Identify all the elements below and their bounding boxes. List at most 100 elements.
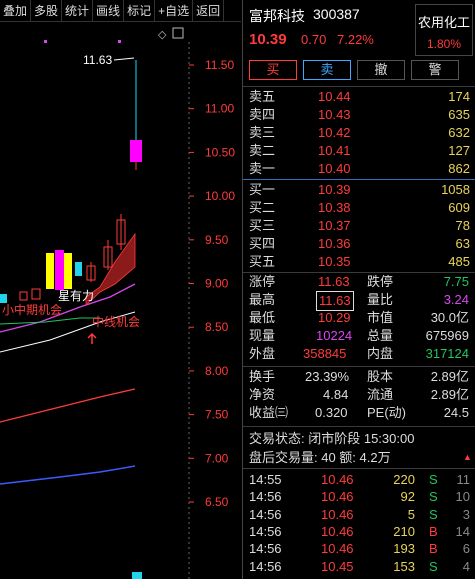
bid-row[interactable]: 买五 10.35 485: [243, 253, 475, 271]
sector-name: 农用化工: [417, 15, 470, 30]
market-value-value: 30.0亿: [430, 310, 469, 325]
stat-key: 流通: [367, 387, 394, 402]
ask-volume: 127: [448, 143, 470, 158]
price-axis-label: 10.00: [205, 189, 235, 203]
total-volume-stat: 总量: [367, 327, 393, 345]
cancel-order-button[interactable]: 撤: [357, 60, 405, 80]
bid-volume: 1058: [441, 182, 470, 197]
ask-price: 10.40: [318, 161, 351, 176]
current-volume-stat: 现量: [249, 327, 275, 345]
bid-volume: 78: [455, 218, 470, 233]
ask-label: 卖三: [249, 125, 276, 140]
tick-price: 10.46: [321, 523, 354, 539]
bid-row[interactable]: 买三 10.37 78: [243, 217, 475, 235]
tick-direction: B: [429, 523, 438, 539]
overlay-button[interactable]: 叠加: [0, 0, 32, 22]
tick-count: 4: [462, 558, 470, 574]
equity-stat: 股本: [367, 368, 393, 386]
sector-box[interactable]: 农用化工 1.80%: [415, 4, 473, 56]
ask-volume: 862: [448, 161, 470, 176]
divider: [243, 272, 475, 273]
up-arrow-icon[interactable]: ▲: [463, 452, 473, 462]
bid-label: 买一: [249, 182, 276, 197]
tick-volume: 210: [393, 523, 415, 539]
bid-label: 买三: [249, 218, 276, 233]
divider: [243, 468, 475, 469]
ask-row[interactable]: 卖一 10.40 862: [243, 160, 475, 178]
marker-dot: [118, 40, 121, 43]
ask-row[interactable]: 卖四 10.43 635: [243, 106, 475, 124]
statistics-button[interactable]: 统计: [62, 0, 94, 22]
last-price: 10.39: [249, 31, 287, 48]
tick-row[interactable]: 14:56 10.45 153 S 4: [243, 558, 475, 575]
bid-price: 10.39: [318, 182, 351, 197]
bid-row[interactable]: 买四 10.36 63: [243, 235, 475, 253]
limit-up-stat: 涨停: [249, 273, 275, 291]
buy-button[interactable]: 买: [249, 60, 297, 80]
ask-row[interactable]: 卖三 10.42 632: [243, 124, 475, 142]
turnover-stat: 换手: [249, 368, 275, 386]
tick-time: 14:56: [249, 506, 282, 522]
ask-row[interactable]: 卖五 10.44 174: [243, 88, 475, 106]
eps-value: 0.320: [315, 405, 348, 420]
price-axis-label: 11.00: [205, 102, 234, 116]
divider: [243, 426, 475, 427]
draw-line-button[interactable]: 画线: [93, 0, 125, 22]
mark-button[interactable]: 标记: [124, 0, 156, 22]
tick-volume: 5: [407, 506, 415, 522]
bid-row[interactable]: 买二 10.38 609: [243, 199, 475, 217]
tick-direction: S: [429, 472, 438, 487]
add-watchlist-button[interactable]: +自选: [155, 0, 194, 22]
back-button[interactable]: 返回: [193, 0, 225, 22]
trade-buttons: 买 卖 撤 警: [249, 60, 465, 82]
outer-volume-value: 358845: [303, 346, 347, 361]
stat-key: 量比: [367, 292, 394, 307]
bid-price: 10.38: [318, 200, 351, 215]
pe-value: 24.5: [443, 405, 469, 420]
multi-stock-button[interactable]: 多股: [31, 0, 63, 22]
tick-row[interactable]: 14:55 10.46 220 S 11: [243, 471, 475, 488]
stat-key: 收益㈢: [249, 405, 289, 420]
ask-price: 10.44: [318, 89, 351, 104]
ask-row[interactable]: 卖二 10.41 127: [243, 142, 475, 160]
divider: [243, 366, 475, 367]
equity-value: 2.89亿: [430, 369, 469, 384]
bid-label: 买四: [249, 236, 276, 251]
pe-stat: PE(动): [367, 404, 406, 422]
nav-stat: 净资: [249, 386, 275, 404]
ask-price: 10.42: [318, 125, 351, 140]
window-box-icon[interactable]: [172, 27, 184, 39]
bid-row[interactable]: 买一 10.39 1058: [243, 181, 475, 199]
tick-row[interactable]: 14:56 10.46 210 B 14: [243, 523, 475, 540]
annotation-mid-term: 中线机会: [92, 314, 140, 329]
inner-volume-stat: 内盘: [367, 345, 393, 363]
tick-row[interactable]: 14:56 10.46 5 S 3: [243, 506, 475, 523]
tick-row[interactable]: 14:56 10.46 193 B 6: [243, 540, 475, 557]
tick-time: 14:56: [249, 541, 282, 557]
turnover-value: 23.39%: [305, 369, 350, 384]
tick-count: 10: [455, 489, 470, 505]
ma-line-blue: [0, 465, 136, 485]
alert-button[interactable]: 警: [411, 60, 459, 80]
price-axis-label: 9.50: [205, 233, 229, 247]
stat-key: 涨停: [249, 274, 276, 289]
tick-volume: 220: [393, 472, 415, 487]
limit-down-stat: 跌停: [367, 273, 393, 291]
diamond-icon[interactable]: ◇: [158, 28, 167, 41]
tick-time: 14:56: [249, 558, 282, 574]
ask-volume: 632: [448, 125, 470, 140]
price-axis-label: 7.00: [205, 451, 229, 465]
stat-key: 净资: [249, 387, 276, 402]
outer-volume-stat: 外盘: [249, 345, 275, 363]
tick-row[interactable]: 14:56 10.46 92 S 10: [243, 488, 475, 505]
tick-price: 10.46: [321, 489, 354, 505]
float-value: 2.89亿: [430, 387, 469, 402]
stat-key: 总量: [367, 328, 394, 343]
candle: [55, 250, 64, 290]
marker-dot: [44, 40, 47, 43]
tick-price: 10.45: [321, 558, 354, 574]
sell-button[interactable]: 卖: [303, 60, 351, 80]
kline-chart[interactable]: ◇ 11.50 11.00 10.50 10.00 9.50 9.00 8.50 8.00 7.…: [0, 22, 241, 579]
high-annotation: 11.63: [83, 53, 112, 67]
stat-key: 换手: [249, 369, 276, 384]
